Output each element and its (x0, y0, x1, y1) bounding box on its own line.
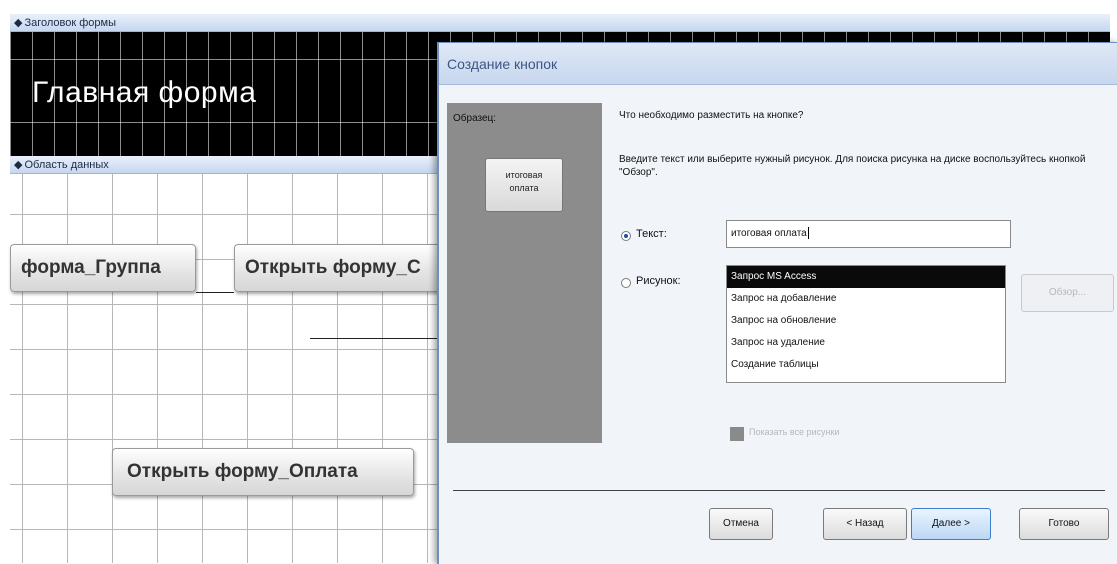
cancel-button[interactable]: Отмена (709, 508, 773, 540)
browse-button[interactable]: Обзор... (1021, 274, 1114, 312)
picture-list-item[interactable]: Запрос на удаление (727, 332, 1005, 354)
divider (310, 338, 440, 339)
form-button-open-payment[interactable]: Открыть форму_Оплата (112, 448, 414, 496)
show-all-pictures-checkbox[interactable] (730, 427, 744, 441)
command-button-wizard-dialog: Создание кнопок Образец: итоговая оплата… (437, 42, 1117, 564)
divider (196, 292, 234, 293)
instructions-label: Введите текст или выберите нужный рисуно… (619, 154, 1086, 178)
picture-option-label[interactable]: Рисунок: (636, 275, 681, 287)
form-button-group[interactable]: форма_Группа (10, 244, 196, 292)
picture-list-item[interactable]: Запрос на добавление (727, 288, 1005, 310)
dialog-title: Создание кнопок (439, 43, 1117, 85)
finish-button[interactable]: Готово (1019, 508, 1109, 540)
show-all-pictures-label: Показать все рисунки (749, 427, 840, 437)
picture-list[interactable]: Запрос MS Access Запрос на добавление За… (726, 265, 1006, 383)
picture-list-item[interactable]: Создание таблицы (727, 354, 1005, 376)
back-button[interactable]: < Назад (823, 508, 907, 540)
preview-button-line: итоговая (505, 170, 543, 180)
text-option-radio[interactable] (621, 231, 631, 241)
preview-panel: Образец: итоговая оплата (447, 103, 602, 443)
text-option-label[interactable]: Текст: (636, 228, 667, 240)
divider (453, 490, 1105, 491)
picture-list-item[interactable]: Запрос MS Access (727, 266, 1005, 288)
form-button-open-form[interactable]: Открыть форму_С (234, 244, 464, 292)
question-label: Что необходимо разместить на кнопке? (619, 110, 804, 121)
preview-button: итоговая оплата (485, 158, 563, 212)
text-caret (807, 227, 809, 240)
button-text-value: итоговая оплата (731, 228, 807, 239)
preview-button-line: оплата (509, 183, 539, 193)
form-header-section-bar[interactable]: ◆ Заголовок формы (10, 14, 1110, 32)
picture-list-item[interactable]: Запрос на обновление (727, 310, 1005, 332)
section-marker-icon: ◆ (14, 17, 23, 29)
picture-option-radio[interactable] (621, 278, 631, 288)
form-header-section-label: Заголовок формы (24, 17, 116, 29)
next-button[interactable]: Далее > (911, 508, 991, 540)
preview-label: Образец: (453, 113, 497, 124)
section-marker-icon: ◆ (14, 159, 23, 171)
detail-section-label: Область данных (24, 159, 109, 171)
button-text-input[interactable]: итоговая оплата (726, 220, 1011, 248)
form-title-label[interactable]: Главная форма (32, 76, 256, 110)
